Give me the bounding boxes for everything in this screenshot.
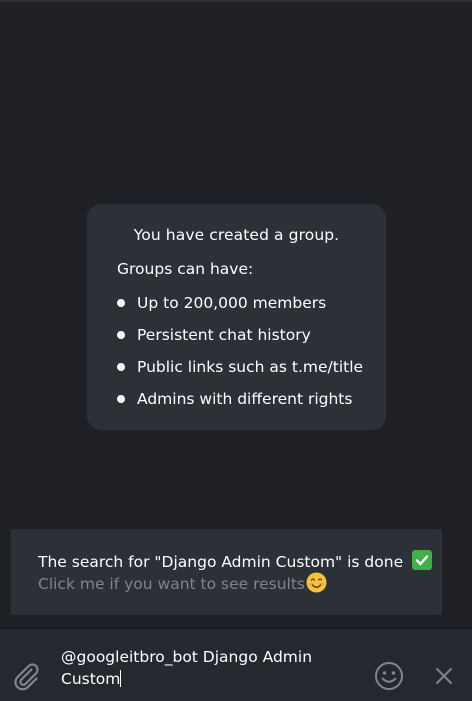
bullet-icon [117, 331, 125, 339]
attach-button[interactable] [12, 662, 44, 694]
bullet-icon [117, 363, 125, 371]
smiley-icon [375, 662, 403, 690]
smiling-face-icon [306, 572, 327, 593]
cancel-button[interactable] [434, 666, 454, 686]
inline-result-title: The search for "Django Admin Custom" is … [38, 550, 433, 571]
message-input-line-2-text: Custom [61, 670, 121, 688]
text-caret [120, 670, 122, 687]
check-mark-icon [412, 550, 433, 570]
group-created-service-message: You have created a group. Groups can hav… [87, 204, 386, 430]
feature-item: Admins with different rights [117, 386, 363, 418]
inline-result-title-text: The search for "Django Admin Custom" is … [38, 553, 404, 571]
emoji-button[interactable] [374, 661, 404, 691]
inline-result-description-text: Click me if you want to see results [38, 575, 306, 593]
feature-item: Up to 200,000 members [117, 290, 363, 322]
inline-result-description: Click me if you want to see results [38, 572, 327, 593]
feature-label: Up to 200,000 members [137, 294, 327, 312]
feature-label: Persistent chat history [137, 326, 311, 344]
bullet-icon [117, 395, 125, 403]
inline-bot-result[interactable]: The search for "Django Admin Custom" is … [11, 529, 442, 615]
message-input-line-1: @googleitbro_bot Django Admin [61, 648, 313, 666]
feature-label: Admins with different rights [137, 390, 353, 408]
message-composer: @googleitbro_bot Django Admin Custom [0, 628, 472, 701]
message-input[interactable]: @googleitbro_bot Django Admin Custom [61, 646, 351, 690]
service-title: You have created a group. [133, 226, 340, 244]
bullet-icon [117, 299, 125, 307]
close-icon [436, 668, 452, 684]
feature-list: Up to 200,000 members Persistent chat hi… [117, 290, 363, 418]
message-input-line-2: Custom [61, 668, 351, 690]
feature-item: Persistent chat history [117, 322, 363, 354]
feature-item: Public links such as t.me/title [117, 354, 363, 386]
chat-window: You have created a group. Groups can hav… [0, 0, 472, 701]
service-subtitle: Groups can have: [117, 260, 254, 278]
feature-label: Public links such as t.me/title [137, 358, 364, 376]
paperclip-icon [14, 663, 39, 691]
